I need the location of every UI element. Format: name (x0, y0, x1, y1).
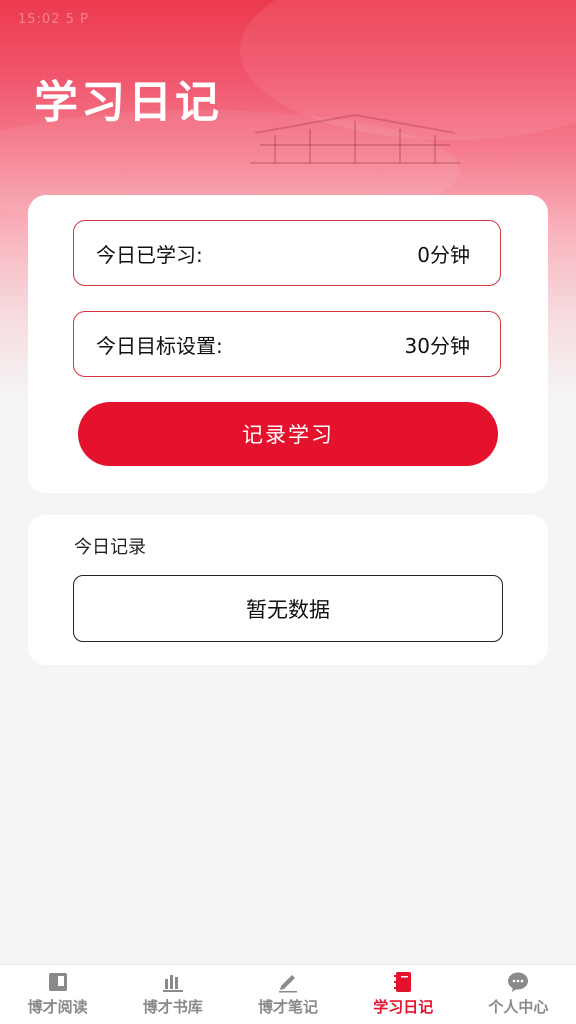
pencil-icon (279, 975, 297, 993)
tab-library[interactable]: 博才书库 (115, 965, 230, 1024)
page-title: 学习日记 (34, 77, 222, 128)
tab-notes[interactable]: 博才笔记 (230, 965, 345, 1024)
tab-label: 博才笔记 (258, 998, 319, 1016)
tab-label: 学习日记 (373, 998, 434, 1016)
bottom-tab-bar: 博才阅读 博才书库 博才笔记 学习日记 个人中心 (0, 964, 576, 1024)
daily-goal-row[interactable]: 今日目标设置: 30分钟 (73, 311, 501, 377)
tab-study-diary[interactable]: 学习日记 (346, 965, 461, 1024)
tab-label: 博才阅读 (27, 998, 88, 1016)
book-icon (48, 973, 67, 991)
tab-profile[interactable]: 个人中心 (461, 965, 576, 1024)
today-records-title: 今日记录 (74, 537, 146, 558)
record-study-button[interactable]: 记录学习 (78, 402, 498, 466)
bookshelf-icon (162, 975, 183, 992)
tab-label: 博才书库 (142, 998, 203, 1016)
pavilion-illustration (250, 113, 460, 164)
today-studied-row: 今日已学习: 0分钟 (73, 220, 501, 286)
today-studied-label: 今日已学习: (96, 242, 203, 267)
notebook-icon (394, 972, 412, 992)
daily-goal-value: 30分钟 (404, 333, 470, 358)
today-records-card: 今日记录 暂无数据 (28, 515, 548, 665)
tab-label: 个人中心 (488, 998, 549, 1016)
study-summary-card: 今日已学习: 0分钟 今日目标设置: 30分钟 记录学习 (28, 195, 548, 493)
empty-records-placeholder: 暂无数据 (73, 575, 503, 642)
chat-bubble-icon (508, 972, 529, 992)
daily-goal-label: 今日目标设置: (96, 333, 223, 358)
today-studied-value: 0分钟 (417, 242, 470, 267)
tab-reading[interactable]: 博才阅读 (0, 965, 115, 1024)
status-bar-text: 15:02 5 P (18, 12, 89, 27)
